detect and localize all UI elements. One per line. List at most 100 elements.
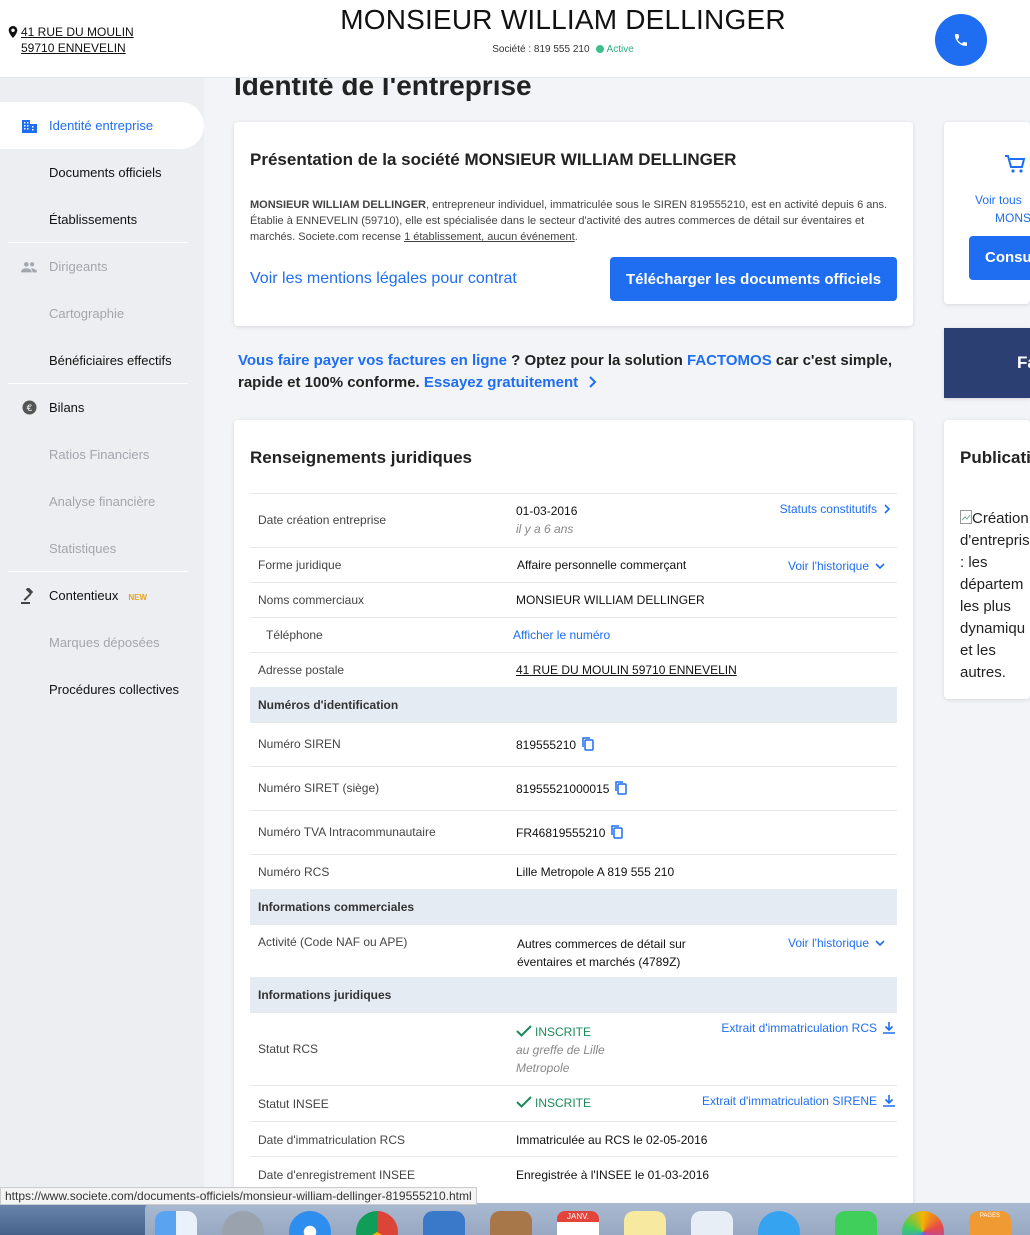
sidebar-item-identite[interactable]: Identité entreprise bbox=[0, 102, 204, 149]
gavel-icon bbox=[21, 587, 37, 604]
table-row: Numéro RCS Lille Metropole A 819 555 210 bbox=[250, 854, 897, 889]
download-icon bbox=[883, 1022, 895, 1034]
insee-status: INSCRITE bbox=[535, 1096, 592, 1110]
sidebar-item-marques[interactable]: Marques déposées bbox=[0, 619, 204, 666]
alt-line: dynamiqu bbox=[960, 620, 1026, 637]
cart-icon bbox=[1005, 155, 1026, 173]
consulter-button[interactable]: Consu bbox=[969, 236, 1030, 280]
row-label: Numéro TVA Intracommunautaire bbox=[258, 825, 436, 839]
sidebar-item-cartographie[interactable]: Cartographie bbox=[0, 290, 204, 337]
status-badge: Active bbox=[606, 44, 634, 55]
sidebar-item-ratios[interactable]: Ratios Financiers bbox=[0, 431, 204, 478]
sidebar-item-label: Établissements bbox=[49, 212, 138, 227]
copy-icon[interactable] bbox=[582, 737, 594, 751]
pages-label: PAGES bbox=[979, 1213, 1001, 1219]
sidebar-item-statistiques[interactable]: Statistiques bbox=[0, 525, 204, 572]
row-value: Enregistrée à l'INSEE le 01-03-2016 bbox=[516, 1168, 710, 1182]
row-value: INSCRITE au greffe de Lille Metropole bbox=[516, 1023, 605, 1077]
sidebar-item-label: Dirigeants bbox=[49, 259, 108, 274]
pages-icon[interactable]: PAGES bbox=[969, 1211, 1011, 1235]
history-link[interactable]: Voir l'historique bbox=[788, 936, 885, 950]
history-link[interactable]: Voir l'historique bbox=[788, 559, 885, 573]
calendar-month: JANV. bbox=[557, 1211, 599, 1222]
sidebar-item-contentieux[interactable]: Contentieux NEW bbox=[0, 572, 204, 619]
sidebar-item-label: Statistiques bbox=[49, 541, 117, 556]
sidebar-item-etablissements[interactable]: Établissements bbox=[0, 196, 204, 243]
copy-icon[interactable] bbox=[611, 825, 624, 839]
publications-title: Publicati bbox=[960, 448, 1030, 467]
table-row: Numéro TVA Intracommunautaire FR46819555… bbox=[250, 810, 897, 854]
mons-text: MONS bbox=[995, 211, 1030, 225]
factomos-banner[interactable]: Fa bbox=[944, 328, 1030, 398]
extrait-sirene-label: Extrait d'immatriculation SIRENE bbox=[701, 1094, 877, 1108]
extrait-rcs-link[interactable]: Extrait d'immatriculation RCS bbox=[721, 1021, 895, 1035]
table-row: Date création entreprise 01-03-2016 il y … bbox=[250, 493, 897, 547]
copy-icon[interactable] bbox=[615, 781, 628, 795]
row-value: 819555210 bbox=[516, 737, 594, 752]
promo-text-1: ? Optez pour la solution bbox=[507, 352, 687, 369]
calendar-icon[interactable]: JANV. bbox=[557, 1211, 599, 1235]
row-label: Noms commerciaux bbox=[258, 593, 365, 607]
address-value-link[interactable]: 41 RUE DU MOULIN 59710 ENNEVELIN bbox=[516, 663, 737, 677]
row-label: Activité (Code NAF ou APE) bbox=[258, 935, 408, 949]
browser-status-url: https://www.societe.com/documents-offici… bbox=[0, 1187, 477, 1205]
statuts-link[interactable]: Statuts constitutifs bbox=[780, 502, 891, 516]
broken-image-alt[interactable]: Création d'entrepris : les départem les … bbox=[960, 508, 1030, 684]
activite-line1: Autres commerces de détail sur bbox=[517, 937, 686, 951]
tva-value: FR46819555210 bbox=[516, 826, 606, 840]
sidebar-item-label: Bilans bbox=[49, 400, 85, 415]
chevron-down-icon bbox=[875, 940, 885, 947]
row-value: Immatriculée au RCS le 02-05-2016 bbox=[516, 1133, 708, 1147]
history-label: Voir l'historique bbox=[788, 559, 869, 573]
finder-icon[interactable] bbox=[155, 1211, 197, 1235]
notes-icon[interactable] bbox=[624, 1211, 666, 1235]
sidebar-item-label: Identité entreprise bbox=[49, 118, 154, 133]
history-label: Voir l'historique bbox=[788, 936, 869, 950]
table-row: Numéro SIREN 819555210 bbox=[250, 722, 897, 766]
extrait-sirene-link[interactable]: Extrait d'immatriculation SIRENE bbox=[702, 1094, 895, 1108]
sidebar-item-beneficiaires[interactable]: Bénéficiaires effectifs bbox=[0, 337, 204, 384]
chevron-down-icon bbox=[875, 563, 885, 570]
section-header: Informations juridiques bbox=[250, 977, 897, 1012]
table-row: Date d'enregistrement INSEE Enregistrée … bbox=[250, 1156, 897, 1191]
table-row: Noms commerciaux MONSIEUR WILLIAM DELLIN… bbox=[250, 582, 897, 617]
table-row: Activité (Code NAF ou APE) Autres commer… bbox=[250, 924, 897, 977]
phone-icon bbox=[955, 34, 967, 46]
promo-link-essayez[interactable]: Essayez gratuitement bbox=[424, 374, 578, 391]
sidebar-item-dirigeants[interactable]: Dirigeants bbox=[0, 243, 204, 290]
section-header: Numéros d'identification bbox=[250, 687, 897, 722]
promo-link-payer[interactable]: Vous faire payer vos factures en ligne bbox=[238, 352, 507, 369]
table-row: Numéro SIRET (siège) 81955521000015 bbox=[250, 766, 897, 810]
rcs-sub1: au greffe de Lille bbox=[516, 1043, 605, 1057]
sidebar-item-label: Cartographie bbox=[49, 306, 125, 321]
chevron-right-icon bbox=[884, 504, 891, 514]
download-documents-button[interactable]: Télécharger les documents officiels bbox=[610, 257, 897, 301]
reminders-icon[interactable] bbox=[691, 1211, 733, 1235]
etablissement-link[interactable]: 1 établissement, aucun événement bbox=[404, 231, 575, 243]
company-subtitle: Société : 819 555 210 Active bbox=[0, 44, 1030, 55]
check-icon bbox=[516, 1096, 532, 1108]
show-phone-link[interactable]: Afficher le numéro bbox=[513, 628, 610, 642]
call-button[interactable] bbox=[935, 14, 987, 66]
rcs-status: INSCRITE bbox=[535, 1025, 592, 1039]
rcs-sub2: Metropole bbox=[516, 1061, 570, 1075]
company-title: MONSIEUR WILLIAM DELLINGER bbox=[340, 4, 786, 35]
voir-tous-link[interactable]: Voir tous bbox=[975, 193, 1022, 207]
promo-link-factomos[interactable]: FACTOMOS bbox=[687, 352, 772, 369]
contacts-icon[interactable] bbox=[490, 1211, 532, 1235]
sidebar-item-label: Documents officiels bbox=[49, 165, 162, 180]
sidebar-item-procedures[interactable]: Procédures collectives bbox=[0, 666, 204, 713]
people-icon bbox=[21, 259, 37, 275]
sidebar-item-documents[interactable]: Documents officiels bbox=[0, 149, 204, 196]
chevron-right-icon bbox=[589, 376, 597, 388]
row-label: Statut RCS bbox=[258, 1042, 319, 1056]
legal-mentions-link[interactable]: Voir les mentions légales pour contrat bbox=[250, 270, 517, 288]
mail-icon[interactable] bbox=[423, 1211, 465, 1235]
sidebar-item-analyse[interactable]: Analyse financière bbox=[0, 478, 204, 525]
table-row: Adresse postale 41 RUE DU MOULIN 59710 E… bbox=[250, 652, 897, 687]
facetime-icon[interactable] bbox=[835, 1211, 877, 1235]
sidebar-item-label: Procédures collectives bbox=[49, 682, 180, 697]
row-label: Statut INSEE bbox=[258, 1097, 329, 1111]
sidebar-item-bilans[interactable]: € Bilans bbox=[0, 384, 204, 431]
presentation-card: Présentation de la société MONSIEUR WILL… bbox=[234, 122, 913, 326]
